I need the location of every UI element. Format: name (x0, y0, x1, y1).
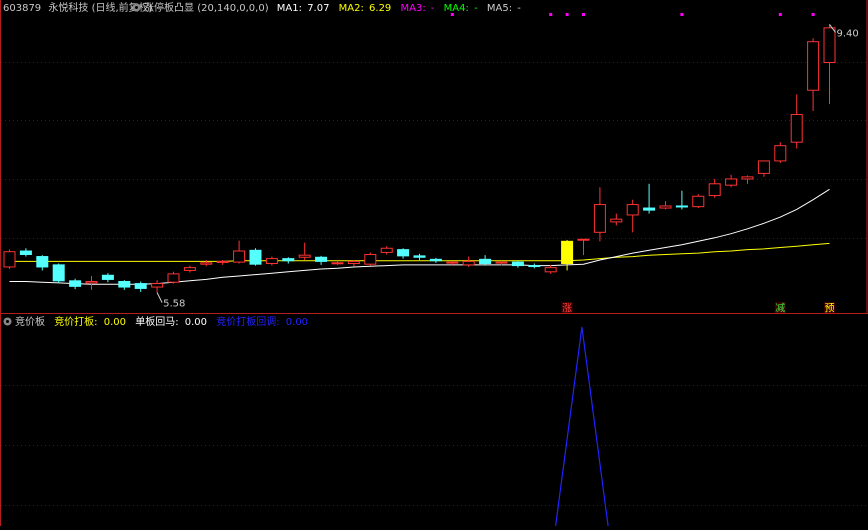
candle-body (364, 253, 377, 265)
signal-label-text: 减 (775, 303, 785, 315)
candle-body (3, 251, 16, 268)
candle (167, 271, 180, 284)
candle-body (429, 258, 442, 262)
stock-code: 603879 (3, 3, 41, 14)
ma4-value: - (474, 3, 478, 14)
candle-body (626, 204, 639, 216)
signal-marker (549, 13, 553, 16)
candle-body (101, 274, 114, 280)
ma4-label: MA4: (444, 3, 469, 14)
candle-body (823, 27, 836, 64)
signal-label-text: 预 (825, 303, 835, 315)
candle-body (151, 283, 164, 288)
candle-body (134, 283, 147, 289)
candle (774, 142, 787, 163)
sub-panel-header: 竞价板 竞价打板: 0.00 单板回马: 0.00 竞价打板回调: 0.00 (15, 315, 308, 328)
ma3-value: - (431, 3, 435, 14)
candle-body (593, 204, 606, 233)
candle-body (462, 260, 475, 266)
candle-body (511, 261, 524, 267)
sub-indicator-name: 竞价板 (15, 315, 45, 328)
candle-body (298, 254, 311, 258)
candle-body (479, 258, 492, 264)
candle-body (397, 249, 410, 257)
candle-body (200, 262, 213, 265)
high-price-label: 9.40 (837, 28, 859, 39)
candle (692, 194, 705, 209)
ma3-label: MA3: (400, 3, 425, 14)
signal-marker (680, 13, 684, 16)
signal-marker (582, 13, 585, 16)
signal-marker (565, 13, 569, 16)
candle-body (610, 218, 623, 223)
auction-board-label: 竞价打板: (54, 315, 97, 328)
candle (249, 248, 262, 266)
candle (364, 252, 377, 266)
candle-body (331, 262, 344, 265)
candle-body (69, 280, 82, 287)
signal-label: 涨 (561, 302, 573, 315)
candle-body (183, 267, 196, 271)
signal-label: 减 (774, 302, 786, 315)
candle-body (708, 183, 721, 197)
ma5-value: - (517, 3, 521, 14)
candle-body (216, 260, 229, 263)
candle-body (233, 250, 246, 263)
single-board-return-value: 0.00 (185, 317, 207, 328)
candle-body (643, 207, 656, 211)
candle-body (265, 258, 278, 264)
ma5-label: MA5: (487, 3, 512, 14)
signal-label-text: 涨 (562, 303, 572, 315)
candle-body (315, 256, 328, 262)
indicator-header: 涨停板凸显 (20,140,0,0,0) MA1: 7.07 MA2: 6.29… (144, 1, 521, 14)
low-price-label: 5.58 (163, 299, 185, 310)
candle-body (741, 176, 754, 180)
candle-body (544, 267, 557, 273)
candle-body (282, 258, 295, 262)
single-board-return-label: 单板回马: (135, 315, 178, 328)
candle-body (675, 205, 688, 208)
candle (3, 249, 16, 270)
candle-body (380, 247, 393, 253)
candle-body (692, 195, 705, 208)
chart-background (0, 0, 868, 526)
main-panel-header: 603879 永悦科技 (日线,前复权) (3, 1, 153, 14)
signal-marker (778, 13, 782, 16)
signal-marker (811, 13, 815, 16)
candle-body (659, 205, 672, 209)
ma2-value: 6.29 (369, 3, 391, 14)
candle-body (347, 260, 360, 264)
candle-body (528, 265, 541, 268)
candle-body (167, 273, 180, 283)
candle-body (19, 250, 32, 255)
stock-chart[interactable]: 涨 减 预 5.58 9.40 603879 永悦科技 (日线,前复权) 涨停板凸显… (0, 0, 868, 527)
ma2-label: MA2: (339, 3, 364, 14)
candle-body (413, 255, 426, 258)
candle-body (85, 281, 98, 284)
auction-board-value: 0.00 (104, 317, 126, 328)
candle-body (36, 256, 49, 268)
candle-body (52, 264, 65, 282)
candle-body (446, 261, 459, 264)
candle-body (249, 249, 262, 265)
ma1-label: MA1: (277, 3, 302, 14)
candle-body (725, 178, 738, 186)
candle-body (807, 41, 820, 91)
signal-label: 预 (824, 302, 835, 315)
candle (52, 263, 65, 283)
auction-pullback-value: 0.00 (286, 317, 308, 328)
candle-body (774, 145, 787, 162)
candle-body (790, 113, 803, 143)
candle-body (118, 281, 131, 288)
candle-body (757, 160, 770, 174)
stock-name: 永悦科技 (48, 1, 88, 14)
auction-pullback-label: 竞价打板回调: (216, 315, 279, 328)
indicator-params: (20,140,0,0,0) (197, 3, 269, 14)
candle-body (495, 261, 508, 264)
indicator-name: 涨停板凸显 (144, 1, 194, 14)
ma1-value: 7.07 (307, 3, 329, 14)
candle-body (561, 240, 574, 264)
candle-body (577, 238, 590, 241)
